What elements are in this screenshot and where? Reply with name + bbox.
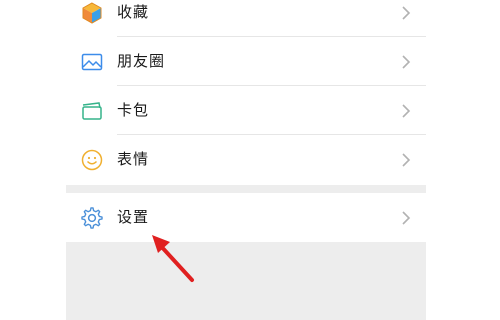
- chevron-right-icon: [401, 54, 411, 70]
- sticker-smile-icon: [80, 148, 104, 172]
- me-page: 收藏 朋友圈 卡包 表情 设置: [66, 0, 426, 320]
- favorites-cube-icon: [80, 1, 104, 25]
- menu-item-moments[interactable]: 朋友圈: [66, 37, 426, 86]
- chevron-right-icon: [401, 152, 411, 168]
- menu-item-label: 表情: [117, 150, 150, 168]
- menu-item-settings[interactable]: 设置: [66, 193, 426, 242]
- menu-item-favorites[interactable]: 收藏: [66, 0, 426, 37]
- screenshot-canvas: 收藏 朋友圈 卡包 表情 设置: [0, 0, 500, 320]
- gear-icon: [80, 206, 104, 230]
- chevron-right-icon: [401, 5, 411, 21]
- menu-item-label: 收藏: [117, 3, 150, 21]
- chevron-right-icon: [401, 103, 411, 119]
- menu-item-label: 朋友圈: [117, 52, 166, 70]
- moments-image-icon: [80, 50, 104, 74]
- card-wallet-icon: [80, 99, 104, 123]
- menu-item-label: 卡包: [117, 101, 150, 119]
- menu-item-cards[interactable]: 卡包: [66, 86, 426, 135]
- menu-item-stickers[interactable]: 表情: [66, 135, 426, 184]
- menu-group-main: 收藏 朋友圈 卡包 表情: [66, 0, 426, 185]
- menu-group-settings: 设置: [66, 193, 426, 242]
- menu-item-label: 设置: [117, 208, 150, 226]
- chevron-right-icon: [401, 210, 411, 226]
- annotation-arrow-icon: [150, 232, 196, 284]
